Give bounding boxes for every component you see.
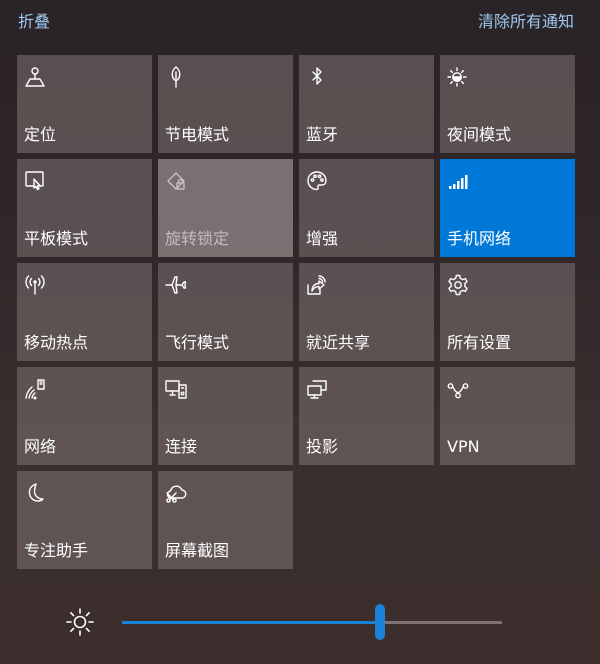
gear-icon: [446, 273, 470, 297]
brightness-control: [0, 596, 600, 646]
tile-label: 投影: [306, 437, 339, 456]
moon-icon: [23, 481, 47, 505]
brightness-slider-thumb[interactable]: [375, 604, 386, 640]
tile-label: 平板模式: [24, 229, 89, 248]
network-icon: [23, 377, 47, 401]
tile-tablet-mode[interactable]: 平板模式: [17, 159, 152, 257]
tile-nearby-share[interactable]: 就近共享: [299, 263, 434, 361]
battery-saver-leaf-icon: [164, 65, 188, 89]
tile-location[interactable]: 定位: [17, 55, 152, 153]
tile-label: 网络: [24, 437, 57, 456]
mobile-hotspot-icon: [23, 273, 47, 297]
tile-enhance[interactable]: 增强: [299, 159, 434, 257]
tile-label: 节电模式: [165, 125, 230, 144]
clear-all-notifications-link[interactable]: 清除所有通知: [478, 8, 574, 32]
tile-label: 旋转锁定: [165, 229, 230, 248]
location-icon: [23, 65, 47, 89]
tile-label: 蓝牙: [306, 125, 339, 144]
brightness-sun-icon: [64, 606, 96, 638]
palette-icon: [305, 169, 329, 193]
tile-label: 专注助手: [24, 541, 89, 560]
tile-label: 定位: [24, 125, 57, 144]
tile-cellular[interactable]: 手机网络: [440, 159, 575, 257]
collapse-link[interactable]: 折叠: [18, 8, 50, 32]
tile-label: 连接: [165, 437, 198, 456]
tile-bluetooth[interactable]: 蓝牙: [299, 55, 434, 153]
brightness-slider[interactable]: [122, 604, 502, 640]
tile-screen-snip[interactable]: 屏幕截图: [158, 471, 293, 569]
bluetooth-icon: [305, 65, 329, 89]
screen-snip-icon: [164, 481, 188, 505]
brightness-slider-fill: [122, 621, 381, 624]
project-icon: [305, 377, 329, 401]
tile-label: 飞行模式: [165, 333, 230, 352]
tile-vpn[interactable]: VPN: [440, 367, 575, 465]
tile-label: 增强: [306, 229, 339, 248]
tile-label: 就近共享: [306, 333, 371, 352]
cellular-signal-icon: [446, 169, 470, 193]
tile-connect[interactable]: 连接: [158, 367, 293, 465]
nearby-share-icon: [305, 273, 329, 297]
action-center-header: 折叠 清除所有通知: [0, 0, 600, 40]
tile-battery-saver[interactable]: 节电模式: [158, 55, 293, 153]
tile-airplane-mode[interactable]: 飞行模式: [158, 263, 293, 361]
tile-network[interactable]: 网络: [17, 367, 152, 465]
tile-label: 移动热点: [24, 333, 89, 352]
tablet-mode-icon: [23, 169, 47, 193]
tile-rotation-lock: 旋转锁定: [158, 159, 293, 257]
tile-label: 手机网络: [447, 229, 512, 248]
tile-label: 屏幕截图: [165, 541, 230, 560]
tile-focus-assist[interactable]: 专注助手: [17, 471, 152, 569]
vpn-icon: [446, 377, 470, 401]
tile-night-light[interactable]: 夜间模式: [440, 55, 575, 153]
tile-label: 夜间模式: [447, 125, 512, 144]
connect-icon: [164, 377, 188, 401]
tile-project[interactable]: 投影: [299, 367, 434, 465]
tile-label: VPN: [447, 437, 480, 456]
rotation-lock-icon: [164, 169, 188, 193]
night-light-icon: [446, 65, 470, 89]
tile-mobile-hotspot[interactable]: 移动热点: [17, 263, 152, 361]
airplane-icon: [164, 273, 188, 297]
tile-label: 所有设置: [447, 333, 512, 352]
tile-all-settings[interactable]: 所有设置: [440, 263, 575, 361]
quick-actions-grid: 定位 节电模式 蓝牙 夜间模式 平板模式 旋转锁定 增强 手机网络 移动热点 飞…: [17, 55, 577, 569]
